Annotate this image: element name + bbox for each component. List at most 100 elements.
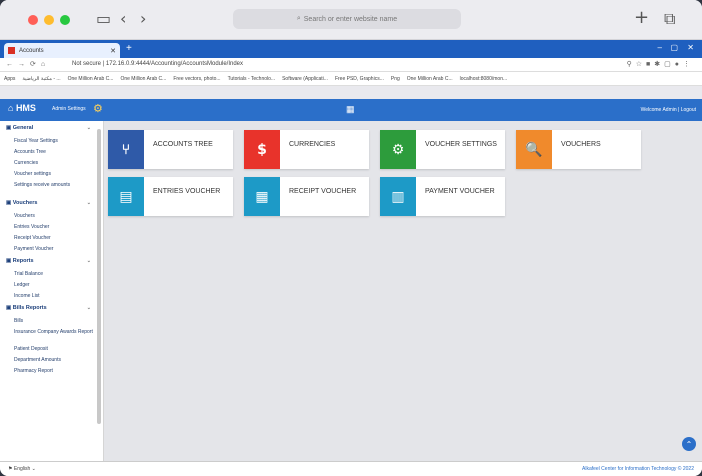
- sidebar-item-patient-deposit[interactable]: Patient Deposit: [0, 343, 103, 354]
- safari-toolbar: ▭ ‹ › ⌕ Search or enter website name + ⧉: [0, 0, 702, 40]
- not-secure-label: Not secure: [72, 61, 102, 67]
- nav-buttons[interactable]: ←→⟳⌂: [6, 60, 50, 68]
- calendar-icon[interactable]: ▦: [346, 104, 355, 115]
- card-payment-voucher[interactable]: ▥ PAYMENT VOUCHER: [380, 177, 505, 216]
- card-receipt-voucher[interactable]: ▦ RECEIPT VOUCHER: [244, 177, 369, 216]
- chevron-down-icon: ⌄: [86, 258, 91, 264]
- maximize-icon[interactable]: ▢: [670, 43, 678, 52]
- bookmark-item[interactable]: One Million Arab C...: [407, 76, 453, 82]
- sidebar-item-trial-balance[interactable]: Trial Balance: [0, 268, 103, 279]
- dollar-icon: $: [244, 130, 280, 169]
- search-icon: ⌕: [296, 15, 301, 22]
- close-window-button[interactable]: [28, 15, 38, 25]
- sidebar-section-vouchers[interactable]: ▣ Vouchers ⌄: [0, 196, 103, 210]
- new-tab-button[interactable]: +: [126, 43, 132, 54]
- card-label: VOUCHER SETTINGS: [425, 141, 497, 148]
- minimize-window-button[interactable]: [44, 15, 54, 25]
- scroll-top-button[interactable]: ⌃: [682, 437, 696, 451]
- sidebar-item-income-list[interactable]: Income List: [0, 290, 103, 301]
- extension-icons[interactable]: ⚲☆■✱▢●⋮: [627, 60, 694, 68]
- card-entries-voucher[interactable]: ▤ ENTRIES VOUCHER: [108, 177, 233, 216]
- card-label: ENTRIES VOUCHER: [153, 188, 221, 195]
- document-icon: ▤: [108, 177, 144, 216]
- card-voucher-settings[interactable]: ⚙ VOUCHER SETTINGS: [380, 130, 505, 169]
- card-currencies[interactable]: $ CURRENCIES: [244, 130, 369, 169]
- bookmark-item[interactable]: localhost:8080/mon...: [460, 76, 508, 82]
- sidebar-item-fiscal-year-settings[interactable]: Fiscal Year Settings: [0, 135, 103, 146]
- search-placeholder: Search or enter website name: [303, 15, 398, 23]
- receipt-icon: ▦: [244, 177, 280, 216]
- back-icon[interactable]: ‹: [120, 9, 126, 28]
- app-navbar: ⌂ HMS Admin Settings ⚙ ▦ Welcome Admin |…: [0, 99, 702, 121]
- url-text[interactable]: Not secure | 172.16.0.9:4444/Accounting/…: [72, 61, 243, 67]
- card-label: ACCOUNTS TREE: [153, 141, 213, 148]
- new-tab-icon[interactable]: +: [634, 7, 649, 28]
- address-bar[interactable]: ←→⟳⌂ Not secure | 172.16.0.9:4444/Accoun…: [0, 58, 702, 72]
- chevron-up-icon: ⌃: [685, 439, 693, 449]
- sidebar-icon[interactable]: ▭: [96, 9, 111, 28]
- sidebar-item-voucher-settings[interactable]: Voucher settings: [0, 168, 103, 179]
- sidebar-item-ledger[interactable]: Ledger: [0, 279, 103, 290]
- card-accounts-tree[interactable]: ⑂ ACCOUNTS TREE: [108, 130, 233, 169]
- chevron-down-icon: ⌄: [86, 200, 91, 206]
- language-selector[interactable]: ⚑ English ⌄: [8, 466, 36, 472]
- bookmark-item[interactable]: Free PSD, Graphics...: [335, 76, 384, 82]
- gears-icon: ⚙: [380, 130, 416, 169]
- bookmark-item[interactable]: Software (Applicati...: [282, 76, 328, 82]
- sidebar-item-payment-voucher[interactable]: Payment Voucher: [0, 243, 103, 254]
- sidebar-section-reports[interactable]: ▣ Reports ⌄: [0, 254, 103, 268]
- sidebar-section-bills-reports[interactable]: ▣ Bills Reports ⌄: [0, 301, 103, 315]
- sidebar-item-insurance-company-awards-report[interactable]: Insurance Company Awards Report: [0, 326, 103, 343]
- invoice-icon: ▥: [380, 177, 416, 216]
- copyright-text: Alkafeel Center for Information Technolo…: [582, 466, 694, 472]
- sidebar-item-currencies[interactable]: Currencies: [0, 157, 103, 168]
- tab-favicon-icon: [8, 47, 15, 54]
- search-dollar-icon: 🔍: [516, 130, 552, 169]
- bookmark-item[interactable]: Png: [391, 76, 400, 82]
- zoom-window-button[interactable]: [60, 15, 70, 25]
- forward-icon[interactable]: ›: [140, 9, 146, 28]
- sidebar-item-bills[interactable]: Bills: [0, 315, 103, 326]
- bookmark-item[interactable]: Apps: [4, 76, 15, 82]
- sidebar-item-pharmacy-report[interactable]: Pharmacy Report: [0, 365, 103, 376]
- account-tree-icon: ⑂: [108, 130, 144, 169]
- bookmark-item[interactable]: One Million Arab C...: [120, 76, 166, 82]
- minimize-icon[interactable]: –: [658, 43, 662, 52]
- bookmarks-bar: Apps مكتبة الرياضية - ... One Million Ar…: [0, 72, 702, 86]
- bookmark-item[interactable]: One Million Arab C...: [68, 76, 114, 82]
- sidebar-item-settings-receive-amounts[interactable]: Settings receive amounts: [0, 179, 103, 196]
- welcome-logout-link[interactable]: Welcome Admin | Logout: [641, 107, 696, 113]
- card-vouchers[interactable]: 🔍 VOUCHERS: [516, 130, 641, 169]
- sidebar-section-general[interactable]: ▣ General ⌄: [0, 121, 103, 135]
- status-bar: ⚑ English ⌄ Alkafeel Center for Informat…: [0, 461, 702, 476]
- tab-title: Accounts: [19, 47, 44, 54]
- tab-close-icon[interactable]: ✕: [110, 47, 116, 55]
- app-logo[interactable]: ⌂ HMS: [8, 103, 36, 113]
- sidebar-item-receipt-voucher[interactable]: Receipt Voucher: [0, 232, 103, 243]
- main-content: ⑂ ACCOUNTS TREE $ CURRENCIES ⚙ VOUCHER S…: [104, 121, 702, 461]
- tab-overview-icon[interactable]: ⧉: [664, 9, 675, 29]
- chevron-down-icon: ⌄: [86, 125, 91, 131]
- close-icon[interactable]: ✕: [687, 43, 694, 52]
- card-label: CURRENCIES: [289, 141, 336, 148]
- browser-window: ▭ ‹ › ⌕ Search or enter website name + ⧉…: [0, 0, 702, 476]
- sidebar: ▣ General ⌄ Fiscal Year Settings Accounts…: [0, 121, 104, 461]
- sidebar-item-department-amounts[interactable]: Department Amounts: [0, 354, 103, 365]
- search-input[interactable]: ⌕ Search or enter website name: [233, 9, 461, 29]
- sidebar-item-accounts-tree[interactable]: Accounts Tree: [0, 146, 103, 157]
- card-label: PAYMENT VOUCHER: [425, 188, 495, 195]
- card-label: VOUCHERS: [561, 141, 601, 148]
- chevron-down-icon: ⌄: [86, 305, 91, 311]
- sidebar-scrollbar[interactable]: [97, 129, 101, 424]
- bookmark-item[interactable]: Tutorials - Technolo...: [228, 76, 276, 82]
- bookmark-item[interactable]: مكتبة الرياضية - ...: [22, 76, 60, 82]
- url-value: 172.16.0.9:4444/Accounting/AccountsModul…: [105, 61, 244, 67]
- card-label: RECEIPT VOUCHER: [289, 188, 357, 195]
- bookmark-item[interactable]: Free vectors, photo...: [173, 76, 220, 82]
- chrome-tab-strip: Accounts ✕ + – ▢ ✕: [0, 40, 702, 58]
- admin-settings-dropdown[interactable]: Admin Settings: [52, 106, 86, 112]
- sidebar-item-entries-voucher[interactable]: Entries Voucher: [0, 221, 103, 232]
- settings-gear-icon[interactable]: ⚙: [93, 102, 103, 115]
- tab-accounts[interactable]: Accounts ✕: [4, 43, 120, 58]
- sidebar-item-vouchers[interactable]: Vouchers: [0, 210, 103, 221]
